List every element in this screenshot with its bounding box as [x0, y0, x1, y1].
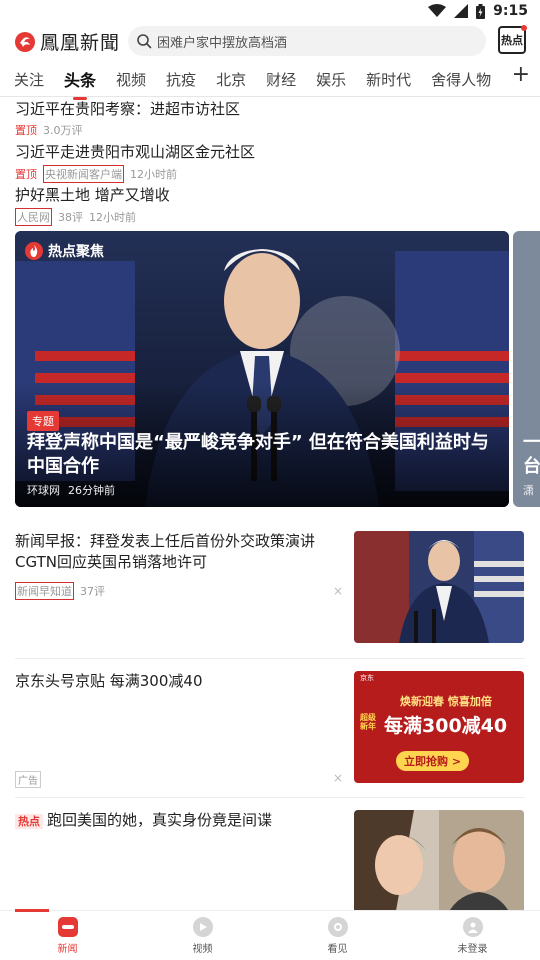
notification-dot [521, 25, 527, 31]
ad-item[interactable]: 京东头号京贴 每满300减40 广告 × 京东 焕新迎春 惊喜加倍 超级 新年 … [15, 671, 525, 788]
search-icon [137, 34, 152, 49]
news-title: 新闻早报：拜登发表上任后首份外交政策演讲 CGTN回应英国吊销落地许可 [15, 532, 316, 571]
hero-next-meta: 潇 [523, 484, 534, 497]
play-icon [192, 916, 213, 937]
tab-video[interactable]: 视频 [116, 69, 146, 90]
nav-video-label: 视频 [192, 943, 213, 955]
pinned-tag: 置顶 [15, 168, 37, 181]
status-bar: 9:15 [0, 0, 540, 24]
ad-banner-badge: 超级 新年 [360, 713, 376, 731]
divider [15, 658, 525, 659]
logo-text: 鳳凰新聞 [40, 32, 121, 54]
source-label: 环球网 [27, 484, 60, 497]
news-thumbnail [354, 531, 524, 643]
search-bar[interactable]: 困难户家中摆放高档酒 [128, 26, 486, 56]
eye-icon [327, 916, 348, 937]
tab-anti-epidemic[interactable]: 抗疫 [166, 69, 196, 90]
status-time: 9:15 [493, 3, 528, 19]
add-channel-button[interactable]: + [512, 62, 530, 87]
ad-banner-brand: 京东 [360, 674, 374, 682]
pinned-title: 护好黑土地 增产又增收 [15, 186, 170, 204]
hot-focus-badge: 热点聚焦 [25, 241, 104, 261]
pinned-meta: 置顶 3.0万评 [15, 122, 240, 138]
search-placeholder: 困难户家中摆放高档酒 [157, 35, 288, 51]
pinned-meta: 人民网 38评 12小时前 [15, 208, 170, 226]
hot-button[interactable]: 热点 [498, 25, 527, 54]
divider [15, 797, 525, 798]
tab-entertainment[interactable]: 娱乐 [316, 69, 346, 90]
hero-title: 拜登声称中国是“最严峻竞争对手” 但在符合美国利益时与中国合作 [27, 432, 489, 477]
tab-beijing[interactable]: 北京 [216, 69, 246, 90]
source-label: 人民网 [15, 208, 52, 226]
pinned-title: 习近平走进贵阳市观山湖区金元社区 [15, 143, 256, 161]
nav-profile[interactable]: 未登录 [405, 911, 540, 960]
tab-finance[interactable]: 财经 [266, 69, 296, 90]
news-title-row: 热点 跑回美国的她，真实身份竟是间谍 [15, 810, 335, 832]
hero-card-next[interactable]: 一 台 潇 [513, 231, 540, 507]
active-indicator [15, 909, 49, 912]
hot-tag: 热点 [15, 814, 43, 829]
news-icon [57, 916, 78, 937]
ad-meta: 广告 [15, 771, 41, 788]
wifi-icon [428, 4, 447, 17]
tab-headlines[interactable]: 头条 [64, 67, 96, 91]
tab-follow[interactable]: 关注 [14, 69, 44, 90]
pinned-meta: 置顶 央视新闻客户端 12小时前 [15, 165, 255, 183]
pinned-item[interactable]: 习近平在贵阳考察：进超市访社区 置顶 3.0万评 [15, 98, 240, 138]
battery-icon [476, 3, 486, 19]
phoenix-logo-icon [15, 31, 35, 52]
top-bar: 鳳凰新聞 困难户家中摆放高档酒 热点 [0, 24, 540, 60]
topic-tag: 专题 [27, 411, 59, 431]
tab-new-era[interactable]: 新时代 [366, 69, 411, 90]
comment-count: 3.0万评 [43, 124, 83, 137]
nav-news-label: 新闻 [57, 943, 78, 955]
channel-tabs: 关注 头条 视频 抗疫 北京 财经 娱乐 新时代 舍得人物 [0, 64, 540, 94]
user-icon [462, 916, 483, 937]
hero-card[interactable]: 热点聚焦 专题 拜登声称中国是“最严峻竞争对手” 但在符合美国利益时与中国合作 … [15, 231, 509, 507]
nav-discover-label: 看见 [327, 943, 348, 955]
source-label: 新闻早知道 [15, 582, 74, 600]
ad-banner-line2: 每满300减40 [384, 715, 508, 737]
nav-discover[interactable]: 看见 [270, 911, 405, 960]
flame-icon [25, 242, 43, 260]
time-label: 26分钟前 [68, 484, 115, 497]
dismiss-icon[interactable]: × [333, 771, 343, 785]
ad-banner: 京东 焕新迎春 惊喜加倍 超级 新年 每满300减40 立即抢购 > [354, 671, 524, 783]
time-label: 12小时前 [89, 211, 136, 224]
hot-focus-label: 热点聚焦 [48, 244, 104, 260]
nav-profile-label: 未登录 [457, 943, 488, 955]
bottom-nav: 新闻 视频 看见 未登录 [0, 909, 540, 960]
news-item[interactable]: 新闻早报：拜登发表上任后首份外交政策演讲 CGTN回应英国吊销落地许可 新闻早知… [15, 531, 525, 645]
time-label: 12小时前 [130, 168, 177, 181]
news-title: 跑回美国的她，真实身份竟是间谍 [47, 811, 273, 829]
hot-button-label: 热点 [501, 34, 523, 47]
news-item[interactable]: 热点 跑回美国的她，真实身份竟是间谍 [15, 810, 525, 922]
hero-meta: 环球网 26分钟前 [27, 482, 115, 498]
pinned-item[interactable]: 护好黑土地 增产又增收 人民网 38评 12小时前 [15, 184, 170, 226]
app-logo[interactable]: 鳳凰新聞 [14, 28, 120, 55]
ad-banner-cta: 立即抢购 > [396, 751, 470, 771]
nav-news[interactable]: 新闻 [0, 909, 135, 960]
divider [0, 96, 540, 97]
news-meta: 新闻早知道 37评 [15, 582, 105, 600]
signal-icon [454, 4, 469, 18]
ad-title: 京东头号京贴 每满300减40 [15, 672, 203, 690]
comment-count: 37评 [80, 585, 105, 598]
dismiss-icon[interactable]: × [333, 584, 343, 598]
source-label: 央视新闻客户端 [43, 165, 124, 183]
pinned-title: 习近平在贵阳考察：进超市访社区 [15, 100, 241, 118]
news-thumbnail [354, 810, 524, 922]
status-icons: 9:15 [428, 3, 528, 19]
ad-label: 广告 [15, 771, 41, 788]
hero-next-title: 一 台 [523, 432, 540, 477]
ad-banner-line1: 焕新迎春 惊喜加倍 [400, 695, 492, 708]
nav-video[interactable]: 视频 [135, 911, 270, 960]
pinned-tag: 置顶 [15, 124, 37, 137]
tab-shede-people[interactable]: 舍得人物 [431, 69, 491, 90]
comment-count: 38评 [58, 211, 83, 224]
pinned-item[interactable]: 习近平走进贵阳市观山湖区金元社区 置顶 央视新闻客户端 12小时前 [15, 141, 255, 183]
